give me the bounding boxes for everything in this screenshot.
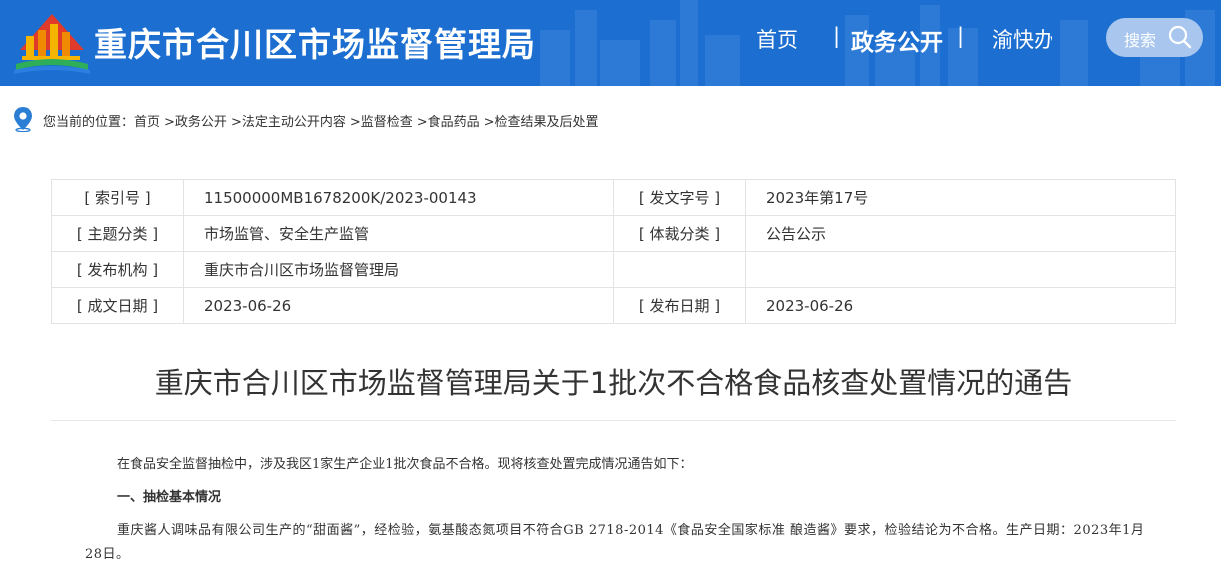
breadcrumb-item[interactable]: >政务公开 xyxy=(164,111,227,130)
breadcrumb-prefix: 您当前的位置： xyxy=(43,115,135,130)
meta-value: 重庆市合川区市场监督管理局 xyxy=(183,251,614,288)
breadcrumb-trail: 您当前的位置： 首页 >政务公开 >法定主动公开内容 >监督检查 >食品药品 >… xyxy=(43,111,599,130)
breadcrumb-item[interactable]: >检查结果及后处置 xyxy=(484,111,599,130)
meta-key: [ 索引号 ] xyxy=(51,179,184,216)
meta-value: 2023-06-26 xyxy=(745,287,1176,324)
meta-key: [ 发文字号 ] xyxy=(613,179,746,216)
table-row: [ 成文日期 ] 2023-06-26 [ 发布日期 ] 2023-06-26 xyxy=(51,287,1176,324)
table-row: [ 发布机构 ] 重庆市合川区市场监督管理局 xyxy=(51,251,1176,288)
meta-key: [ 发布日期 ] xyxy=(613,287,746,324)
bureau-logo xyxy=(14,14,90,74)
search-icon xyxy=(1168,25,1192,49)
nav-yukuaiban[interactable]: 渝快办 xyxy=(992,24,1052,54)
nav-home[interactable]: 首页 xyxy=(756,24,798,54)
meta-value: 公告公示 xyxy=(745,215,1176,252)
meta-key xyxy=(613,251,746,288)
meta-value: 2023年第17号 xyxy=(745,179,1176,216)
title-divider xyxy=(51,420,1176,421)
meta-key: [ 发布机构 ] xyxy=(51,251,184,288)
nav-separator: | xyxy=(957,24,965,48)
site-title[interactable]: 重庆市合川区市场监督管理局 xyxy=(94,18,536,66)
breadcrumb-item[interactable]: >监督检查 xyxy=(350,111,413,130)
breadcrumb-item[interactable]: 首页 xyxy=(134,111,160,130)
meta-key: [ 体裁分类 ] xyxy=(613,215,746,252)
nav-separator: | xyxy=(833,24,841,48)
meta-key: [ 成文日期 ] xyxy=(51,287,184,324)
article-intro: 在食品安全监督抽检中，涉及我区1家生产企业1批次食品不合格。现将核查处置完成情况… xyxy=(117,457,693,472)
nav-government-affairs[interactable]: 政务公开 xyxy=(851,23,943,57)
location-pin-icon xyxy=(14,107,32,132)
site-header: 重庆市合川区市场监督管理局 首页 | 政务公开 | 渝快办 搜索 xyxy=(0,0,1221,86)
breadcrumb-item[interactable]: >食品药品 xyxy=(417,111,480,130)
table-row: [ 主题分类 ] 市场监管、安全生产监管 [ 体裁分类 ] 公告公示 xyxy=(51,215,1176,252)
search-button[interactable]: 搜索 xyxy=(1106,18,1203,57)
section-heading: 一、抽检基本情况 xyxy=(117,490,222,505)
search-label: 搜索 xyxy=(1124,31,1157,50)
meta-value: 2023-06-26 xyxy=(183,287,614,324)
table-row: [ 索引号 ] 11500000MB1678200K/2023-00143 [ … xyxy=(51,179,1176,216)
meta-value: 市场监管、安全生产监管 xyxy=(183,215,614,252)
meta-value: 11500000MB1678200K/2023-00143 xyxy=(183,179,614,216)
document-metadata-table: [ 索引号 ] 11500000MB1678200K/2023-00143 [ … xyxy=(51,179,1176,324)
meta-key: [ 主题分类 ] xyxy=(51,215,184,252)
meta-value xyxy=(745,251,1176,288)
breadcrumb-item[interactable]: >法定主动公开内容 xyxy=(231,111,346,130)
article-paragraph: 重庆酱人调味品有限公司生产的“甜面酱”，经检验，氨基酸态氮项目不符合GB 271… xyxy=(85,523,1145,562)
article-title: 重庆市合川区市场监督管理局关于1批次不合格食品核查处置情况的通告 xyxy=(154,366,1073,400)
